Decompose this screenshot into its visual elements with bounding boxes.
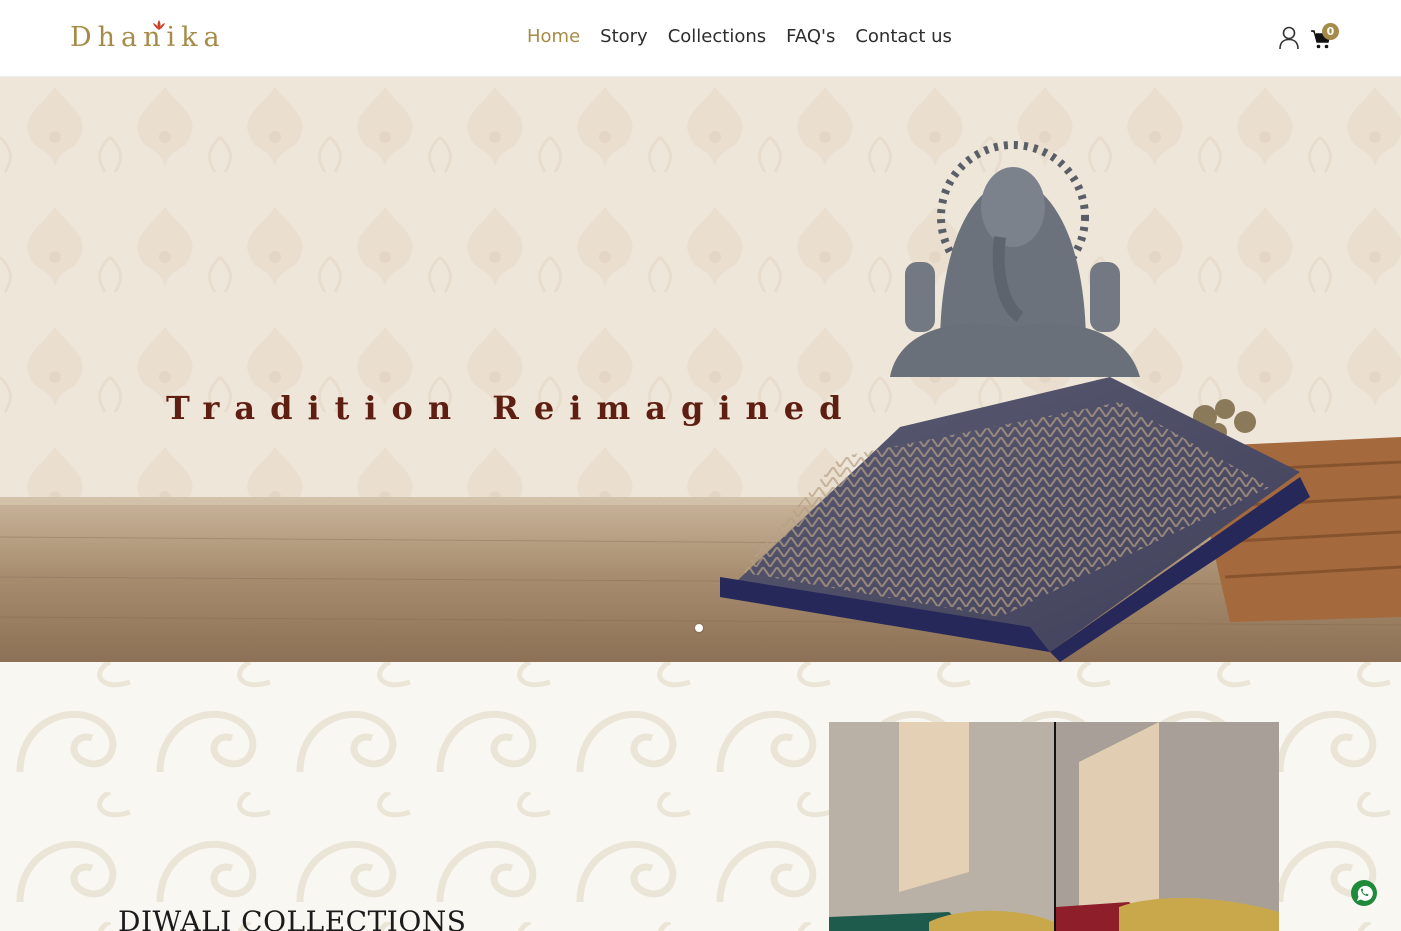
main-nav: Home Story Collections FAQ's Contact us <box>527 22 972 52</box>
hero-image <box>0 77 1401 662</box>
whatsapp-chat-icon[interactable] <box>1350 879 1378 907</box>
nav-contact-us[interactable]: Contact us <box>855 22 952 52</box>
brand-name: Dhanika <box>70 22 226 53</box>
brand-logo[interactable]: Dhanika <box>70 20 226 56</box>
hero-banner: Tradition Reimagined <box>0 77 1401 662</box>
user-icon[interactable] <box>1278 26 1300 50</box>
lotus-icon <box>153 20 165 30</box>
nav-story[interactable]: Story <box>600 22 648 52</box>
diwali-collections-section: DIWALI COLLECTIONS <box>0 662 1401 931</box>
nav-home[interactable]: Home <box>527 22 580 52</box>
nav-collections[interactable]: Collections <box>668 22 766 52</box>
slider-dot-1[interactable] <box>695 624 703 632</box>
nav-faqs[interactable]: FAQ's <box>786 22 835 52</box>
hero-title: Tradition Reimagined <box>166 389 857 427</box>
collection-image[interactable] <box>829 722 1279 931</box>
cart-count-badge: 0 <box>1322 23 1339 40</box>
section-title: DIWALI COLLECTIONS <box>118 905 467 931</box>
site-header: Dhanika Home Story Collections FAQ's Con… <box>0 0 1401 77</box>
